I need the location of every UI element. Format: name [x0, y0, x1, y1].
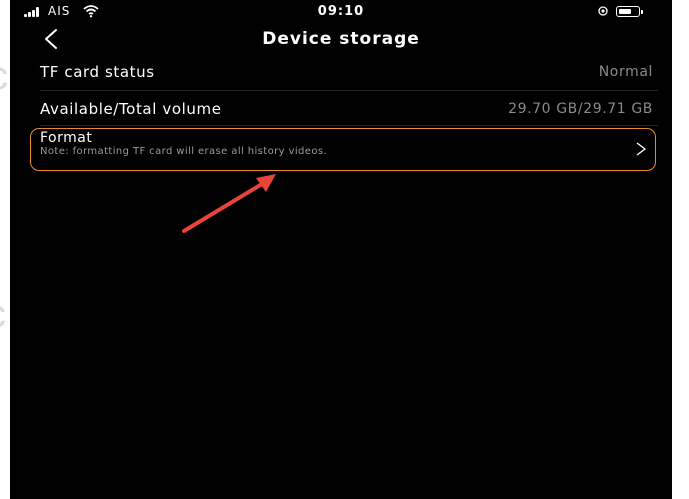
background-watermark-letter: c: [0, 292, 6, 337]
format-button[interactable]: Format Note: formatting TF card will era…: [30, 128, 656, 171]
battery-icon: [616, 6, 643, 17]
format-note: Note: formatting TF card will erase all …: [40, 146, 328, 157]
volume-row: Available/Total volume 29.70 GB/29.71 GB: [28, 94, 658, 126]
page-title: Device storage: [262, 29, 420, 49]
status-bar: AIS 09:10: [10, 0, 672, 22]
volume-label: Available/Total volume: [40, 100, 222, 118]
status-time: 09:10: [317, 4, 365, 19]
tf-card-status-label: TF card status: [40, 63, 155, 81]
tf-card-status-row: TF card status Normal: [28, 57, 658, 89]
phone-screen: AIS 09:10 Device storage TF card status …: [10, 0, 672, 499]
tf-card-status-value: Normal: [598, 64, 653, 80]
chevron-right-icon: [636, 142, 646, 156]
navigation-bar: Device storage: [10, 22, 672, 58]
orientation-lock-icon: [598, 6, 608, 16]
volume-value: 29.70 GB/29.71 GB: [508, 101, 653, 117]
format-label: Format: [40, 130, 93, 146]
row-divider: [40, 125, 658, 126]
background-watermark-letter: c: [0, 54, 8, 99]
row-divider: [40, 90, 658, 91]
annotation-arrow-icon: [182, 174, 276, 233]
